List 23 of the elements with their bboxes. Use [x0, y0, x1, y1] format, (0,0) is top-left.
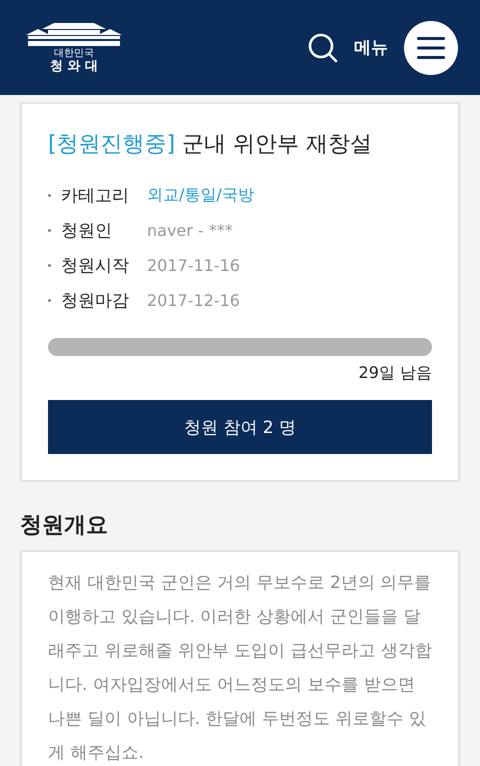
detail-label: 청원시작 — [61, 255, 130, 277]
palace-logo-icon[interactable] — [24, 21, 124, 47]
bullet-icon — [48, 229, 51, 232]
summary-text: 현재 대한민국 군인은 거의 무보수로 2년의 의무를 이행하고 있습니다. 이러한 상황에서 군인들을 달래주고 위로해줄 위안부 도입이 급선무라고 생각합니다. 여자입장에서도 어느정도의 보수를 받으면 나쁜 딜이 아닙니다. 한달에 두번정도 위로할수 있게 해주십쇼. — [48, 572, 434, 765]
detail-value: 2017-11-16 — [147, 256, 240, 275]
detail-label: 카테고리 — [61, 185, 130, 207]
bullet-icon — [48, 264, 51, 267]
petition-title: [청원진행중] 군내 위안부 재창설 — [48, 131, 374, 159]
bullet-icon — [48, 299, 51, 302]
days-remaining: 29일 남음 — [358, 363, 432, 384]
logo-name: 청 와 대 — [50, 59, 98, 74]
menu-icon — [417, 36, 445, 58]
detail-label: 청원마감 — [61, 290, 130, 312]
section-heading: 청원개요 — [20, 512, 109, 540]
detail-label: 청원인 — [61, 220, 113, 242]
menu-button[interactable] — [404, 20, 458, 74]
menu-label[interactable]: 메뉴 — [354, 36, 388, 59]
bullet-icon — [48, 194, 51, 197]
search-icon[interactable] — [308, 32, 338, 62]
detail-value: naver - *** — [147, 221, 233, 240]
join-petition-button[interactable]: 청원 참여 2 명 — [48, 400, 432, 454]
logo-subtitle: 대한민국 — [54, 48, 94, 59]
detail-value: 2017-12-16 — [147, 291, 240, 310]
